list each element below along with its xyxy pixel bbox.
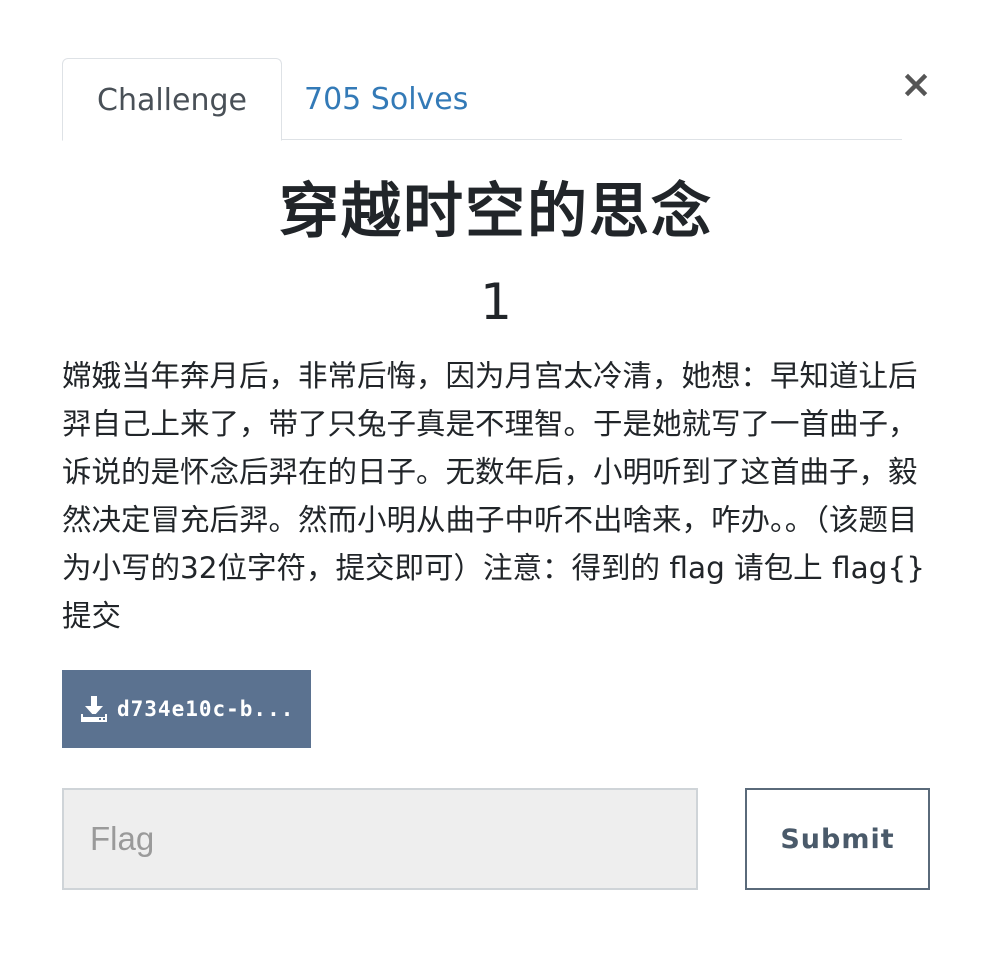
file-name-label: d734e10c-b... — [117, 697, 295, 721]
challenge-tabs: Challenge 705 Solves — [62, 58, 902, 141]
download-icon — [81, 696, 107, 722]
close-icon: × — [900, 62, 932, 106]
flag-input[interactable] — [62, 788, 698, 890]
challenge-description: 嫦娥当年奔月后，非常后悔，因为月宫太冷清，她想：早知道让后羿自己上来了，带了只兔… — [62, 359, 925, 633]
tab-solves[interactable]: 705 Solves — [270, 58, 502, 141]
submit-button[interactable]: Submit — [745, 788, 930, 890]
tab-challenge[interactable]: Challenge — [62, 58, 282, 141]
challenge-title: 穿越时空的思念 — [279, 177, 713, 247]
close-button[interactable]: × — [896, 62, 936, 106]
file-download-button[interactable]: d734e10c-b... — [62, 670, 311, 748]
challenge-value: 1 — [480, 273, 512, 331]
